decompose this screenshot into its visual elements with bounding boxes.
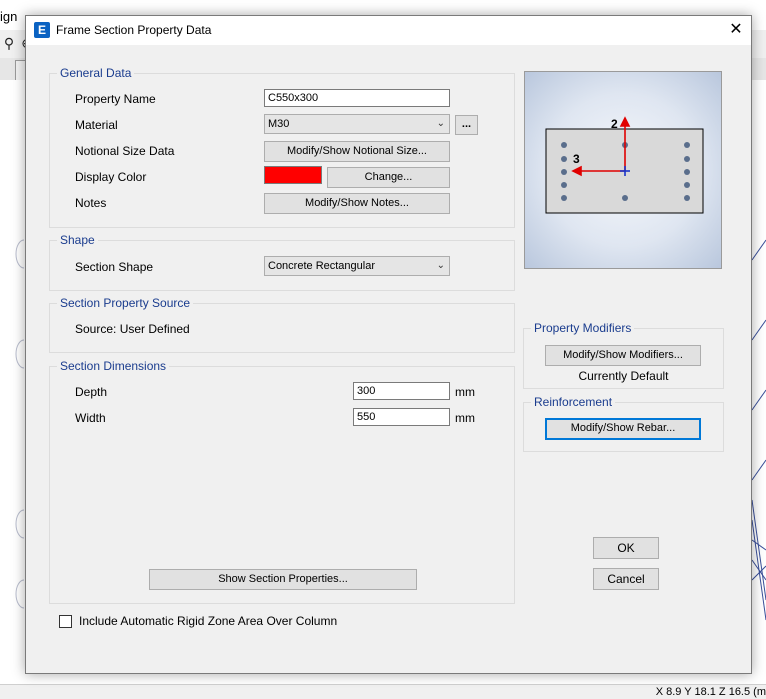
- show-section-properties-button[interactable]: Show Section Properties...: [149, 569, 417, 590]
- section-property-source-group: Section Property Source Source: User Def…: [49, 296, 515, 353]
- property-name-label: Property Name: [75, 92, 156, 106]
- display-color-label: Display Color: [75, 170, 147, 184]
- background-menu-text[interactable]: ign: [0, 9, 17, 24]
- cancel-button[interactable]: Cancel: [593, 568, 659, 590]
- background-statusbar: [0, 684, 766, 699]
- general-data-group: General Data Property Name C550x300 Mate…: [49, 66, 515, 228]
- section-shape-label: Section Shape: [75, 260, 154, 274]
- reinforcement-title: Reinforcement: [531, 395, 616, 409]
- material-select-value: M30: [268, 118, 290, 130]
- chevron-down-icon: ⌄: [436, 118, 445, 129]
- modify-notes-button[interactable]: Modify/Show Notes...: [264, 193, 450, 214]
- axis-3-label: 3: [573, 152, 580, 166]
- width-label: Width: [75, 411, 106, 425]
- shape-group: Shape Section Shape Concrete Rectangular…: [49, 233, 515, 291]
- depth-field[interactable]: 300: [353, 382, 450, 400]
- section-preview: 2 3: [524, 71, 722, 269]
- rigid-zone-checkbox[interactable]: [59, 615, 72, 628]
- property-name-field[interactable]: C550x300: [264, 89, 450, 107]
- coordinate-readout: X 8.9 Y 18.1 Z 16.5 (m: [655, 686, 766, 698]
- app-logo-icon: E: [34, 22, 50, 38]
- width-field[interactable]: 550: [353, 408, 450, 426]
- dialog-titlebar[interactable]: E Frame Section Property Data ✕: [26, 16, 751, 45]
- notes-label: Notes: [75, 196, 107, 210]
- depth-unit: mm: [455, 385, 475, 399]
- material-label: Material: [75, 118, 118, 132]
- property-modifiers-title: Property Modifiers: [531, 321, 635, 335]
- shape-title: Shape: [57, 233, 98, 247]
- modify-rebar-button[interactable]: Modify/Show Rebar...: [545, 418, 701, 440]
- section-dimensions-group: Section Dimensions Depth 300 mm Width 55…: [49, 359, 515, 604]
- change-color-button[interactable]: Change...: [327, 167, 450, 188]
- rigid-zone-label[interactable]: Include Automatic Rigid Zone Area Over C…: [79, 614, 337, 628]
- depth-label: Depth: [75, 385, 108, 399]
- frame-section-property-dialog: E Frame Section Property Data ✕ General …: [25, 15, 752, 674]
- width-unit: mm: [455, 411, 475, 425]
- section-dimensions-title: Section Dimensions: [57, 359, 170, 373]
- section-preview-drawing: 2 3: [545, 116, 704, 214]
- notional-size-label: Notional Size Data: [75, 144, 175, 158]
- general-data-title: General Data: [57, 66, 135, 80]
- section-property-source-title: Section Property Source: [57, 296, 194, 310]
- material-browse-button[interactable]: ...: [455, 115, 478, 135]
- modify-notional-size-button[interactable]: Modify/Show Notional Size...: [264, 141, 450, 162]
- section-shape-value: Concrete Rectangular: [268, 260, 376, 272]
- chevron-down-icon: ⌄: [436, 260, 445, 271]
- display-color-swatch[interactable]: [264, 166, 322, 184]
- ok-button[interactable]: OK: [593, 537, 659, 559]
- axis-2-label: 2: [611, 117, 618, 131]
- reinforcement-group: Reinforcement Modify/Show Rebar...: [523, 395, 724, 452]
- property-modifiers-group: Property Modifiers Modify/Show Modifiers…: [523, 321, 724, 389]
- dialog-title: Frame Section Property Data: [56, 23, 212, 37]
- modify-modifiers-button[interactable]: Modify/Show Modifiers...: [545, 345, 701, 366]
- section-shape-select[interactable]: Concrete Rectangular ⌄: [264, 256, 450, 276]
- source-text: Source: User Defined: [75, 322, 190, 336]
- close-button[interactable]: ✕: [721, 16, 751, 45]
- material-select[interactable]: M30 ⌄: [264, 114, 450, 134]
- zoom-in-icon[interactable]: ⚲: [0, 34, 18, 52]
- modifiers-status: Currently Default: [578, 369, 669, 383]
